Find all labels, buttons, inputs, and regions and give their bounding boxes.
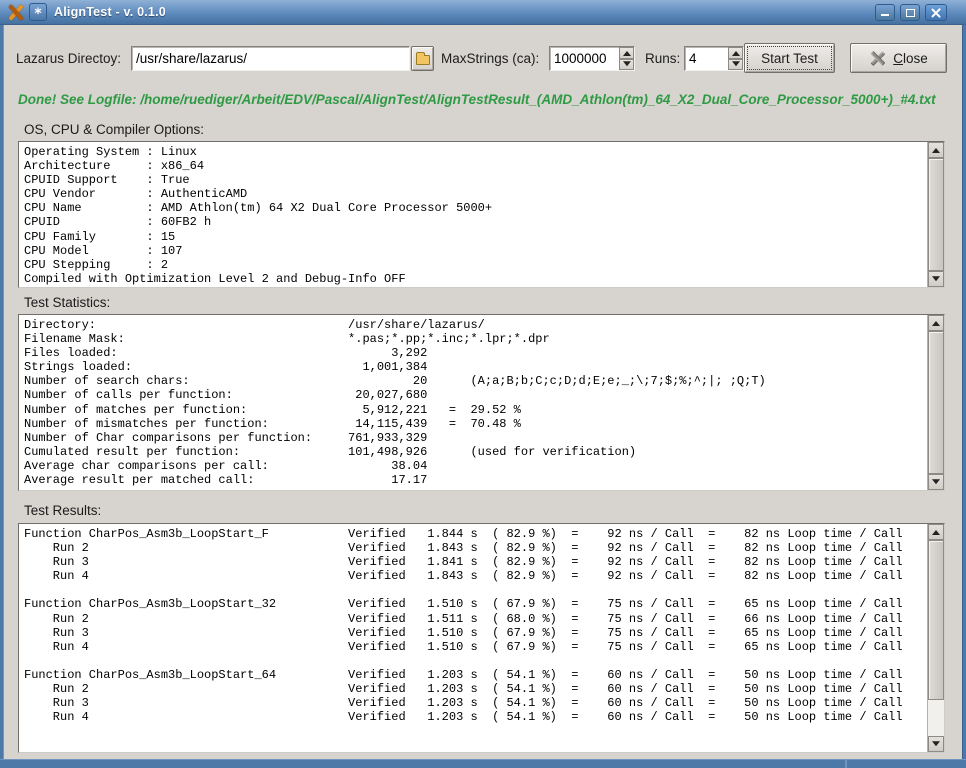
results-section-label: Test Results: [24,503,101,518]
runs-label: Runs: [645,51,680,66]
start-test-button[interactable]: Start Test [744,43,835,73]
window-menu-button[interactable]: * [29,3,47,21]
lazarus-directory-label: Lazarus Directoy: [16,51,121,66]
spin-down-icon[interactable] [619,59,634,71]
scroll-up-icon[interactable] [928,142,944,158]
results-memo-scrollbar[interactable] [927,524,944,752]
test-statistics-text: Directory: /usr/share/lazarus/ Filename … [19,315,927,490]
os-info-memo[interactable]: Operating System : Linux Architecture : … [18,141,945,288]
minimize-button[interactable] [875,4,895,21]
window-border-bottom [0,759,966,768]
scroll-up-icon[interactable] [928,524,944,540]
app-icon [7,4,24,21]
test-statistics-memo[interactable]: Directory: /usr/share/lazarus/ Filename … [18,314,945,491]
scroll-down-icon[interactable] [928,271,944,287]
folder-icon [416,55,430,65]
scrollbar-thumb[interactable] [928,331,944,474]
maxstrings-label: MaxStrings (ca): [441,51,539,66]
os-memo-scrollbar[interactable] [927,142,944,287]
spin-up-icon[interactable] [619,47,634,59]
maximize-button[interactable] [900,4,920,21]
scrollbar-thumb[interactable] [928,540,944,700]
window-border-right [962,25,966,768]
lazarus-directory-input[interactable] [131,46,410,71]
maxstrings-spinedit[interactable] [549,46,635,71]
window-title: AlignTest - v. 0.1.0 [54,5,166,19]
scrollbar-thumb[interactable] [928,158,944,271]
titlebar[interactable]: * AlignTest - v. 0.1.0 [0,0,966,25]
os-section-label: OS, CPU & Compiler Options: [24,122,204,137]
close-button-label: Close [893,51,928,66]
spin-down-icon[interactable] [728,59,743,71]
runs-spinedit[interactable] [684,46,744,71]
status-message: Done! See Logfile: /home/ruediger/Arbeit… [18,92,952,107]
minimize-icon [881,14,889,16]
scroll-down-icon[interactable] [928,474,944,490]
test-results-memo[interactable]: Function CharPos_Asm3b_LoopStart_F Verif… [18,523,945,753]
scroll-up-icon[interactable] [928,315,944,331]
browse-directory-button[interactable] [411,46,434,71]
stats-section-label: Test Statistics: [24,295,110,310]
close-x-icon [869,50,886,67]
resize-grip[interactable] [845,760,847,768]
os-info-text: Operating System : Linux Architecture : … [19,142,927,287]
window-border-left [0,25,4,768]
test-results-text: Function CharPos_Asm3b_LoopStart_F Verif… [19,524,927,752]
scroll-down-icon[interactable] [928,736,944,752]
stats-memo-scrollbar[interactable] [927,315,944,490]
maximize-icon [906,9,915,17]
close-button[interactable]: Close [850,43,947,73]
close-icon [930,7,942,19]
close-window-button[interactable] [925,4,947,21]
spin-up-icon[interactable] [728,47,743,59]
